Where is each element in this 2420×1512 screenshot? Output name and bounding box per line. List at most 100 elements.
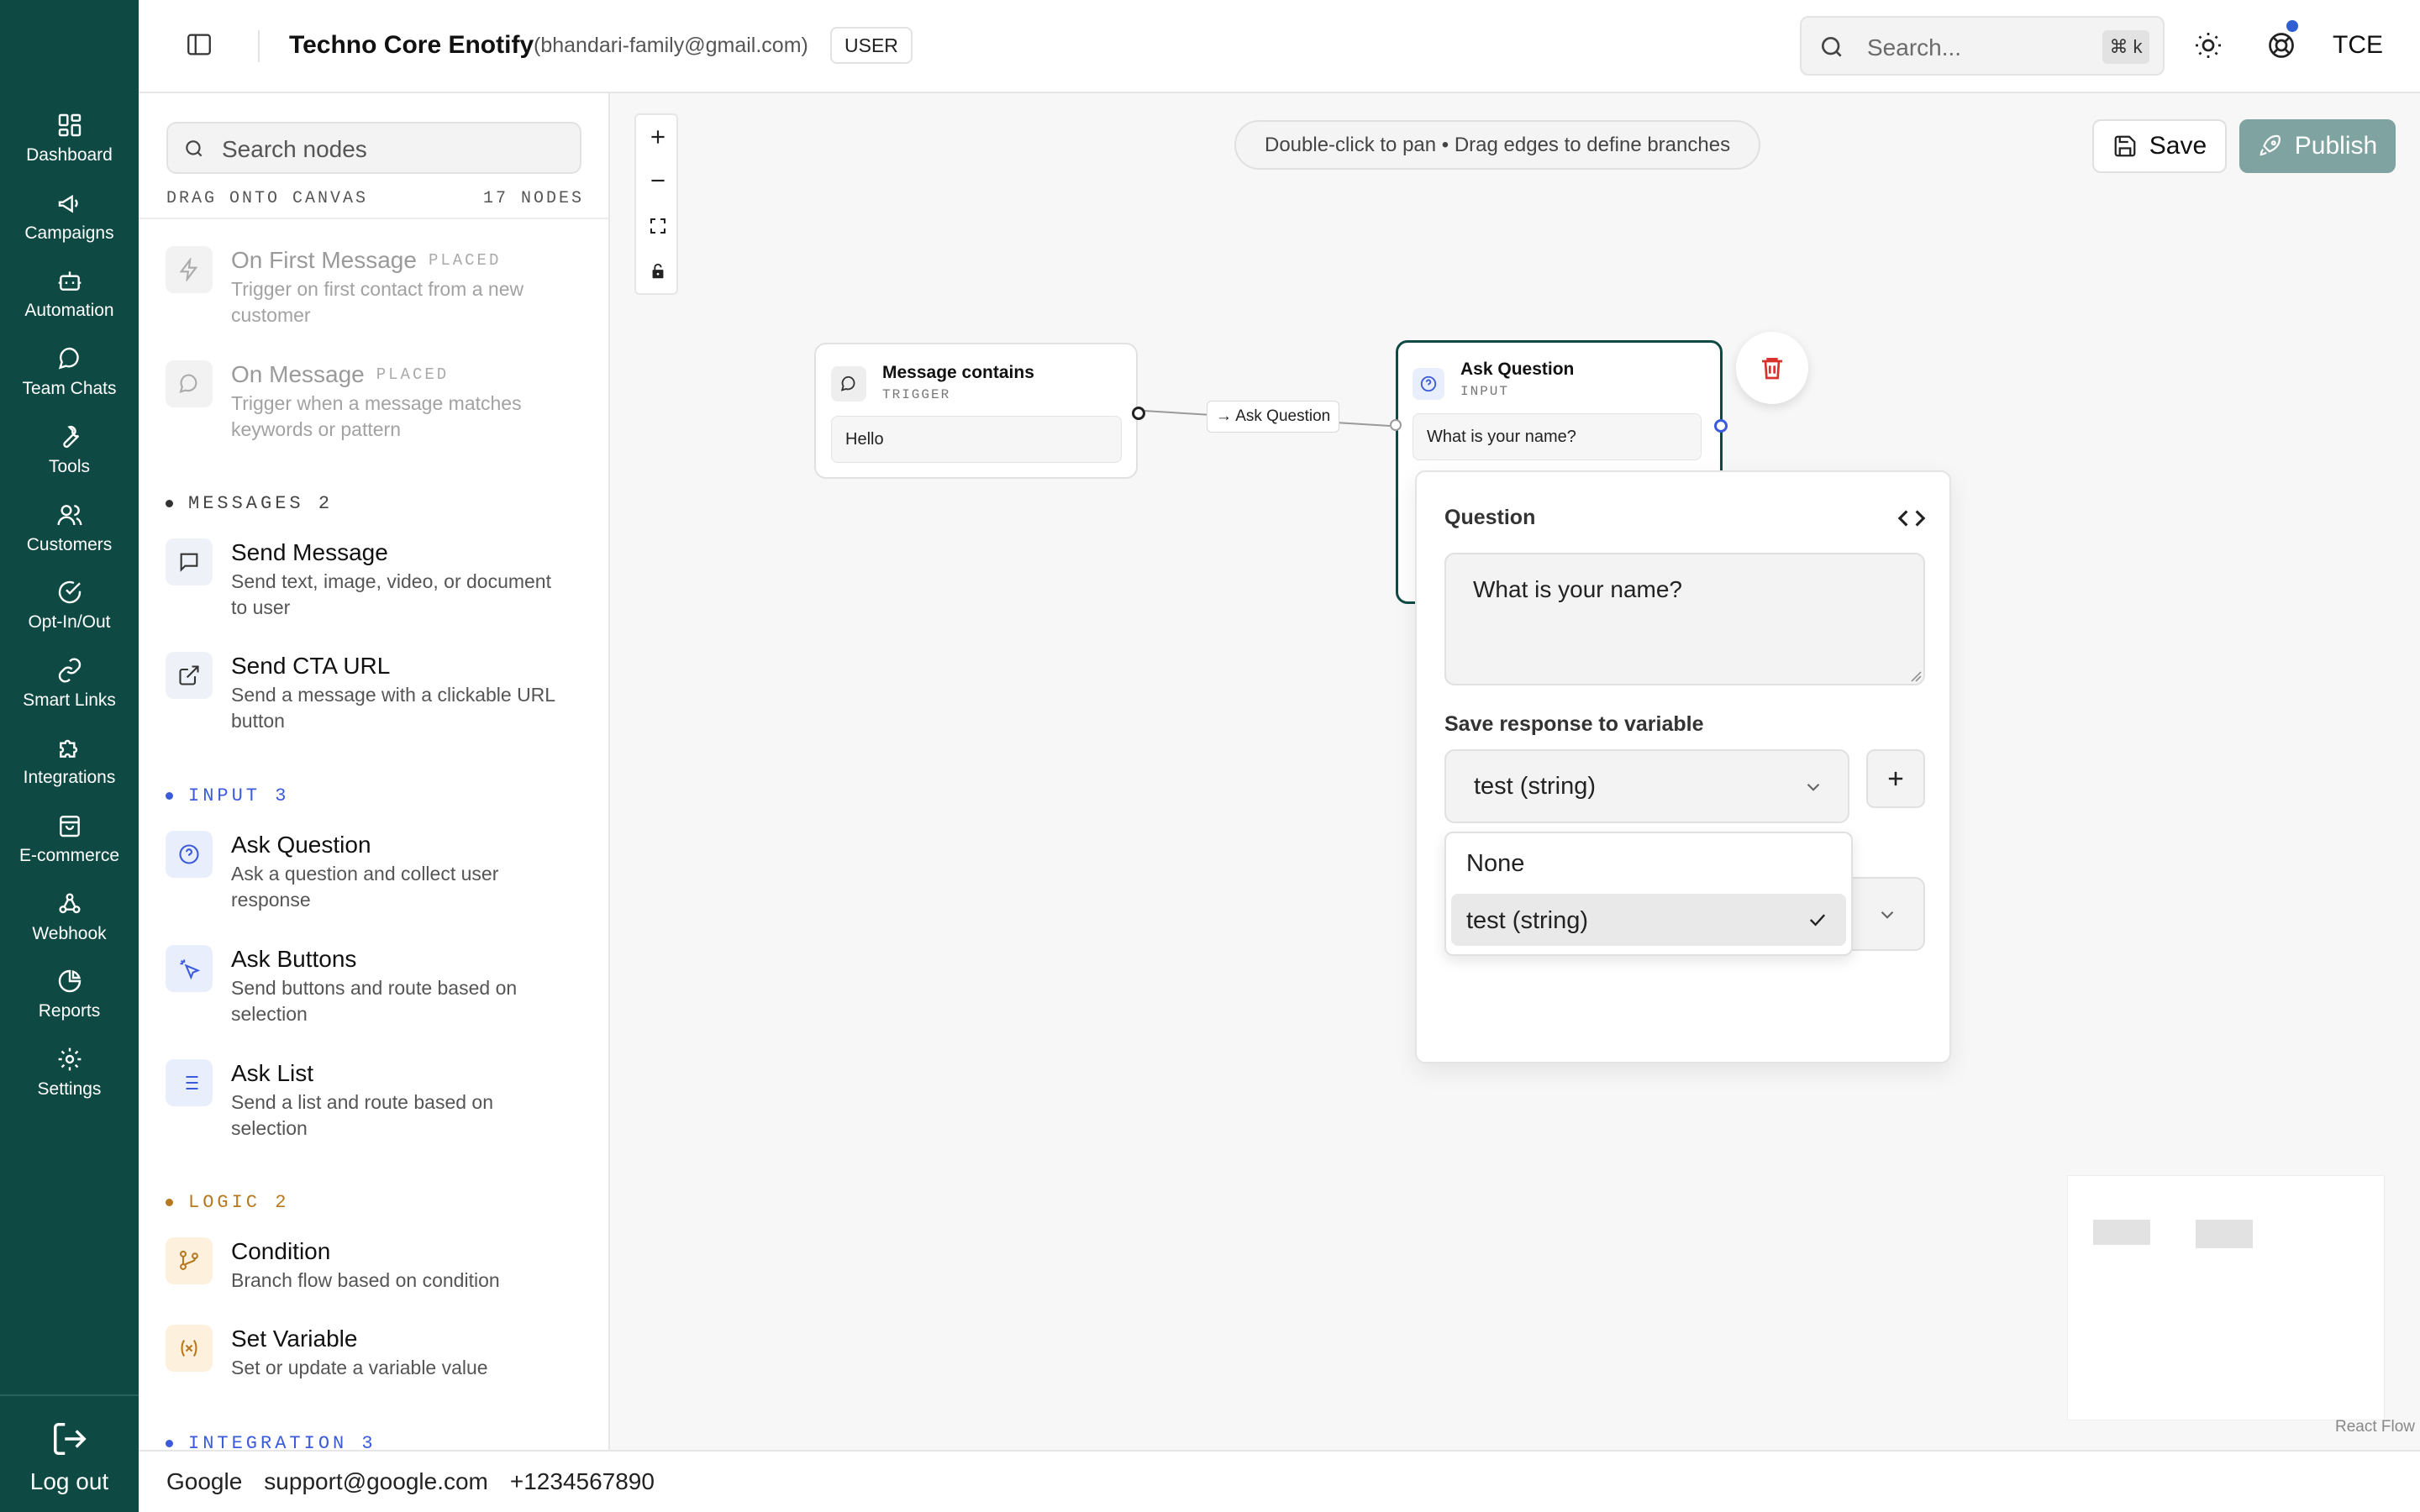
trash-icon — [1762, 358, 1782, 380]
react-flow-attribution[interactable]: React Flow — [2335, 1418, 2415, 1436]
node-output-handle[interactable] — [1132, 407, 1145, 420]
minimap[interactable] — [2067, 1175, 2385, 1420]
logout-label: Log out — [29, 1468, 109, 1494]
palette-divider — [139, 218, 608, 219]
node-title: Send CTA URL — [231, 653, 391, 679]
search-nodes-input[interactable]: Search nodes — [166, 122, 581, 174]
palette-node-send-message[interactable]: Send Message Send text, image, video, or… — [166, 538, 594, 621]
nav-item-tools[interactable]: Tools — [0, 423, 139, 491]
question-circle-icon — [1420, 375, 1437, 392]
palette-node-ask-list[interactable]: Ask List Send a list and route based on … — [166, 1059, 594, 1142]
resize-handle-icon — [1911, 671, 1922, 682]
search-placeholder: Search... — [1867, 34, 1962, 60]
megaphone-icon — [58, 194, 78, 213]
node-description: Ask a question and collect user — [231, 863, 499, 885]
node-description: Send text, image, video, or document — [231, 570, 551, 592]
section-integration: INTEGRATION 3 — [166, 1433, 376, 1450]
section-dot — [166, 500, 173, 507]
nav-label: Dashboard — [26, 145, 113, 165]
search-shortcut-hint: ⌘ k — [2102, 30, 2149, 64]
user-avatar[interactable]: TCE — [2333, 31, 2383, 60]
section-dot — [166, 1440, 173, 1447]
node-title: Condition — [231, 1238, 331, 1264]
node-description: keywords or pattern — [231, 418, 401, 440]
top-header: Techno Core Enotify (bhandari-family@gma… — [139, 0, 2420, 93]
palette-node-send-cta-url[interactable]: Send CTA URL Send a message with a click… — [166, 652, 594, 734]
chevron-down-icon — [1881, 911, 1894, 919]
minimap-node — [2196, 1220, 2253, 1248]
flow-node-message-contains[interactable]: Message contains TRIGGER Hello — [814, 343, 1145, 479]
git-branch-icon — [180, 1250, 198, 1270]
section-label: LOGIC 2 — [188, 1192, 290, 1213]
toggle-sidebar-button[interactable] — [185, 30, 218, 64]
question-textarea[interactable]: What is your name? — [1444, 553, 1925, 685]
support-button[interactable] — [2266, 20, 2298, 60]
section-dot — [166, 1199, 173, 1206]
wrench-icon — [62, 425, 79, 449]
node-title: Ask Question — [231, 832, 371, 858]
placed-tag: PLACED — [376, 365, 450, 384]
logout-icon — [53, 1423, 87, 1455]
node-description: response — [231, 889, 311, 911]
global-search-input[interactable]: Search... ⌘ k — [1800, 16, 2165, 76]
node-icon-box — [166, 538, 213, 585]
search-icon — [186, 140, 203, 157]
flow-canvas[interactable]: Double-click to pan • Drag edges to defi… — [610, 93, 2420, 1450]
palette-node-condition[interactable]: Condition Branch flow based on condition — [166, 1237, 594, 1294]
node-icon-box — [831, 366, 866, 402]
dropdown-option-test[interactable]: test (string) — [1451, 894, 1846, 946]
nav-label: Automation — [24, 301, 114, 320]
node-input-handle[interactable] — [1390, 419, 1402, 431]
nav-item-settings[interactable]: Settings — [0, 1046, 139, 1113]
nav-item-e-commerce[interactable]: E-commerce — [0, 812, 139, 879]
node-title: On First Message — [231, 247, 417, 273]
palette-node-on-first-message[interactable]: On First Message PLACED Trigger on first … — [166, 246, 594, 328]
nav-item-smart-links[interactable]: Smart Links — [0, 657, 139, 724]
logout-button[interactable]: Log out — [0, 1394, 139, 1512]
plus-icon — [1888, 771, 1903, 786]
nav-item-team-chats[interactable]: Team Chats — [0, 345, 139, 412]
cursor-click-icon — [180, 959, 201, 980]
edge-label[interactable]: → Ask Question — [1207, 401, 1340, 433]
node-count: 17 NODES — [482, 189, 584, 208]
dropdown-option-none[interactable]: None — [1451, 838, 1846, 889]
nav-item-dashboard[interactable]: Dashboard — [0, 112, 139, 179]
palette-node-set-variable[interactable]: Set Variable Set or update a variable va… — [166, 1325, 594, 1381]
drag-hint: DRAG ONTO CANVAS — [166, 189, 369, 208]
nav-item-reports[interactable]: Reports — [0, 968, 139, 1035]
account-email: (bhandari-family@gmail.com) — [534, 34, 808, 57]
nav-item-campaigns[interactable]: Campaigns — [0, 190, 139, 257]
palette-node-ask-buttons[interactable]: Ask Buttons Send buttons and route based… — [166, 945, 594, 1027]
footer-email[interactable]: support@google.com — [264, 1468, 488, 1495]
sun-icon — [2196, 33, 2221, 58]
section-input: INPUT 3 — [166, 785, 289, 806]
nav-label: Team Chats — [22, 379, 117, 398]
bot-icon — [58, 271, 81, 291]
variable-select-value: test (string) — [1474, 773, 1597, 800]
nav-item-integrations[interactable]: Integrations — [0, 734, 139, 801]
footer-phone[interactable]: +1234567890 — [510, 1468, 655, 1495]
nav-label: Customers — [26, 535, 113, 554]
node-description: Send a list and route based on — [231, 1091, 494, 1113]
nav-item-webhook[interactable]: Webhook — [0, 890, 139, 958]
palette-node-on-message[interactable]: On Message PLACED Trigger when a message … — [166, 360, 594, 443]
node-icon-box — [166, 831, 213, 878]
check-circle-icon — [58, 580, 81, 604]
variable-dropdown-menu: None test (string) — [1444, 832, 1853, 956]
node-description: selection — [231, 1117, 308, 1139]
nav-item-automation[interactable]: Automation — [0, 267, 139, 334]
nav-item-customers[interactable]: Customers — [0, 501, 139, 569]
delete-node-button[interactable] — [1736, 332, 1808, 404]
node-icon-box — [166, 945, 213, 992]
node-output-handle[interactable] — [1714, 419, 1728, 433]
code-icon — [1897, 510, 1926, 527]
palette-node-ask-question[interactable]: Ask Question Ask a question and collect … — [166, 831, 594, 913]
header-divider — [258, 30, 260, 62]
code-view-toggle[interactable] — [1897, 504, 1926, 533]
node-palette: Search nodes DRAG ONTO CANVAS 17 NODES O… — [139, 93, 610, 1450]
add-variable-button[interactable] — [1866, 749, 1925, 808]
theme-toggle-button[interactable] — [2193, 30, 2223, 60]
nav-item-opt-in-out[interactable]: Opt-In/Out — [0, 579, 139, 646]
main-nav-rail: Dashboard Campaigns Automation Team Chat… — [0, 0, 139, 1512]
variable-select[interactable]: test (string) — [1444, 749, 1849, 823]
